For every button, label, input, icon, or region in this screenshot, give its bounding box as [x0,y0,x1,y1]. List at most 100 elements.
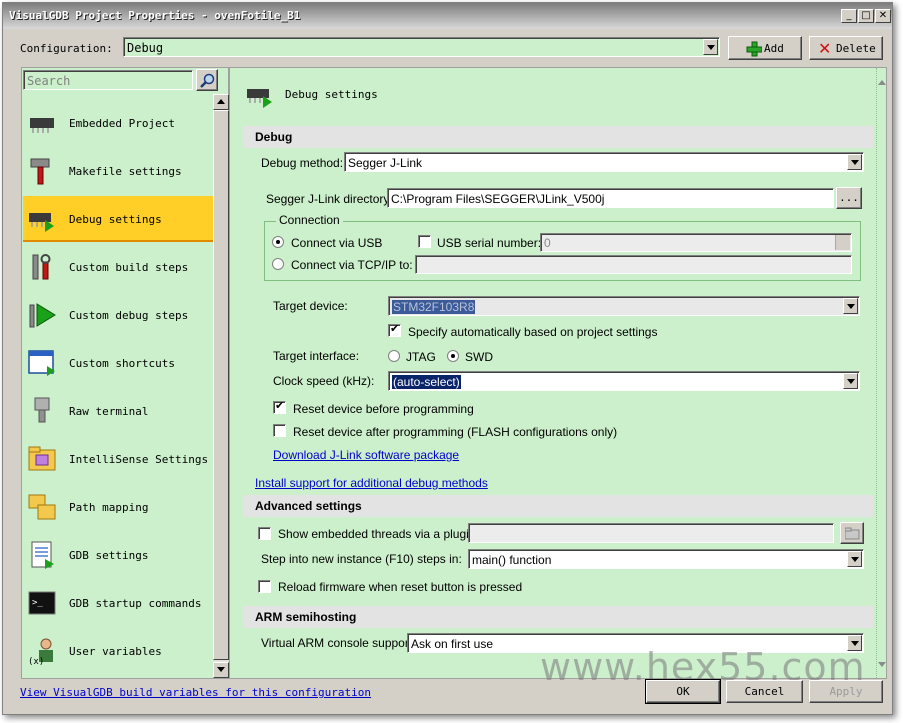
show-threads-label: Show embedded threads via a plugin: [278,527,479,541]
document-icon [31,541,54,569]
usb-serial-input[interactable]: 0 [540,233,852,252]
panel-scrollbar[interactable] [876,68,886,678]
title-bar[interactable]: VisualGDB Project Properties - ovenFotil… [3,3,892,29]
serial-plug-icon [34,397,50,423]
sidebar-scrollbar[interactable] [213,94,229,678]
target-device-value: STM32F103R8 [392,300,476,314]
sidebar-item-makefile-settings[interactable]: Makefile settings [23,148,213,194]
scroll-up-button[interactable] [213,94,229,110]
arm-console-label: Virtual ARM console support: [261,636,416,650]
debug-chip-icon [247,89,272,108]
maximize-button[interactable]: □ [858,9,874,23]
reload-firmware-label: Reload firmware when reset button is pre… [278,580,523,594]
chevron-up-icon [878,80,886,85]
tcp-address-input[interactable] [415,255,852,274]
auto-specify-label: Specify automatically based on project s… [408,325,658,339]
install-debug-methods-link[interactable]: Install support for additional debug met… [255,476,488,490]
terminal-icon: >_ [28,591,56,615]
view-build-variables-link[interactable]: View VisualGDB build variables for this … [20,686,371,699]
advanced-section-header: Advanced settings [243,495,873,517]
browse-jlink-button[interactable]: ... [836,187,862,209]
sidebar-item-custom-debug-steps[interactable]: Custom debug steps [23,292,213,338]
debug-chip-icon [29,213,54,232]
connect-usb-radio[interactable] [272,236,284,248]
jlink-directory-field[interactable]: C:\Program Files\SEGGER\JLink_V500j [387,188,834,208]
sidebar-item-label: Custom shortcuts [69,357,175,370]
debug-section-header: Debug [243,126,873,148]
add-configuration-button[interactable]: Add [728,36,802,60]
add-label: Add [764,42,784,55]
download-jlink-link[interactable]: Download J-Link software package [273,448,459,462]
reset-after-label: Reset device after programming (FLASH co… [293,425,618,439]
target-device-dropdown[interactable]: STM32F103R8 [388,296,860,316]
reload-firmware-checkbox[interactable] [258,580,271,593]
configuration-dropdown[interactable]: Debug [123,37,720,57]
target-interface-label: Target interface: [273,349,360,363]
reset-before-label: Reset device before programming [293,402,474,416]
svg-text:>_: >_ [32,598,43,608]
connect-tcp-radio[interactable] [272,258,284,270]
panel-title: Debug settings [285,88,378,101]
sidebar-item-intellisense-settings[interactable]: IntelliSense Settings [23,436,213,482]
settings-sidebar: Search Embedded Project Makefile setting… [21,67,229,679]
sidebar-item-gdb-settings[interactable]: GDB settings [23,532,213,578]
browse-plugin-button[interactable] [840,522,864,544]
reset-before-checkbox[interactable] [273,399,286,414]
hammer-icon [30,158,50,185]
properties-window: VisualGDB Project Properties - ovenFotil… [2,2,893,715]
search-button[interactable] [196,69,218,91]
plus-icon [746,41,762,57]
sidebar-item-custom-build-steps[interactable]: Custom build steps [23,244,213,290]
apply-button[interactable]: Apply [809,680,883,703]
play-tools-icon [29,303,56,328]
clock-speed-value: (auto-select) [391,374,462,390]
swd-label: SWD [465,350,493,364]
minimize-button[interactable]: _ [841,9,857,23]
ok-button[interactable]: OK [645,679,721,704]
sidebar-item-raw-terminal[interactable]: Raw terminal [23,388,213,434]
sidebar-item-embedded-project[interactable]: Embedded Project [23,100,213,146]
folders-icon [28,494,56,520]
jlink-directory-value: C:\Program Files\SEGGER\JLink_V500j [391,192,605,206]
window-title: VisualGDB Project Properties - ovenFotil… [9,9,301,22]
connect-usb-label: Connect via USB [291,236,383,250]
sidebar-item-label: GDB settings [69,549,149,562]
delete-label: Delete [836,42,876,55]
sidebar-item-gdb-startup-commands[interactable]: >_ GDB startup commands [23,580,213,626]
sidebar-item-user-variables[interactable]: (x) User variables [23,628,213,674]
jtag-radio[interactable] [388,350,400,362]
debug-method-dropdown[interactable]: Segger J-Link [344,152,864,172]
step-into-dropdown[interactable]: main() function [468,549,864,569]
show-threads-checkbox[interactable] [258,527,271,540]
chevron-up-icon [217,99,225,104]
sidebar-item-path-mapping[interactable]: Path mapping [23,484,213,530]
swd-radio[interactable] [447,350,459,362]
scroll-thumb[interactable] [213,110,229,660]
spin-buttons[interactable] [835,235,850,250]
sidebar-item-label: Custom build steps [69,261,189,274]
delete-x-icon: ✕ [818,39,832,58]
usb-serial-checkbox[interactable] [418,235,431,248]
open-folder-icon [845,527,860,540]
chevron-down-icon [703,39,718,55]
debug-settings-panel: Debug settings Debug Debug method: Segge… [229,67,887,679]
sidebar-item-custom-shortcuts[interactable]: Custom shortcuts [23,340,213,386]
clock-speed-dropdown[interactable]: (auto-select) [388,371,860,391]
arm-semihosting-section-header: ARM semihosting [243,606,873,628]
chevron-down-icon [847,551,862,567]
scroll-down-button[interactable] [213,662,229,678]
cancel-button[interactable]: Cancel [726,680,803,703]
usb-serial-value: 0 [544,236,551,250]
threads-plugin-input[interactable] [468,523,834,543]
auto-specify-checkbox[interactable] [388,322,401,337]
intellisense-folder-icon [28,446,56,471]
arm-console-value: Ask on first use [411,637,494,651]
chip-icon [30,118,54,133]
sidebar-item-debug-settings[interactable]: Debug settings [23,196,213,242]
user-variables-icon: (x) [28,638,53,666]
close-button[interactable]: ✕ [875,9,891,23]
reset-after-checkbox[interactable] [273,424,286,437]
delete-configuration-button[interactable]: ✕ Delete [809,36,883,60]
configuration-label: Configuration: [20,42,113,55]
search-input[interactable]: Search [23,70,193,90]
